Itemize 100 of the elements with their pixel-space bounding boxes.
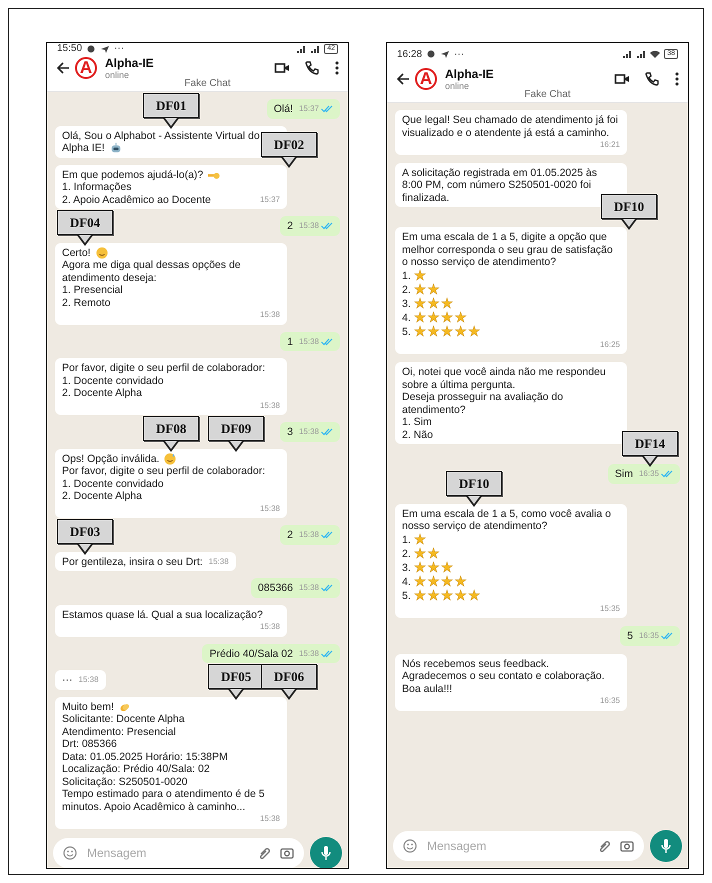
message-text: Oi, notei que você ainda não me respondeu sobre a última pergunta. [402,366,606,390]
message-text: Ops! Opção inválida. [62,452,160,464]
message-text: 4. [402,311,411,324]
message-box[interactable]: Mensagem [393,831,644,861]
message-time: 16:35 [638,630,659,642]
avatar-logo: A [415,68,437,90]
message-text: 1. Docente convidado [62,478,164,490]
callout-label: DF08 [143,416,200,452]
contact-name: Alpha-IE [445,67,495,81]
message-text: 4. [402,575,411,588]
message-time: 15:38 [298,529,319,541]
message-text: 2 [287,529,293,541]
message-time: 16:21 [600,139,620,151]
message-text: Solicitante: Docente Alpha [62,713,185,725]
callout-label: DF14 [622,431,678,467]
message-text: Muito bem! [62,700,114,712]
message-time: 15:35 [600,602,620,614]
message-text: Por gentileza, insira o seu Drt: [62,556,203,568]
message-text: 1. [402,533,411,546]
message-text: 1. [402,269,411,282]
message-text: Certo! [62,246,91,258]
status-more: ··· [114,43,124,54]
message-text: 1. Presencial [62,284,123,296]
message-text: Em uma escala de 1 a 5, como você avalia o nosso serviço de atendimento? [402,508,611,532]
message-text: 5. [402,589,411,602]
message-text: 1 [287,336,293,348]
message-text: 3 [287,426,293,438]
message-text: ··· [62,674,72,686]
message-text: 2. Apoio Acadêmico ao Docente [62,194,211,206]
message-text: Estamos quase lá. Qual a sua localização? [62,608,263,620]
message-time: 15:38 [78,674,99,686]
message-time: 15:37 [260,194,280,206]
message-text: Atendimento: Presencial [62,726,176,738]
star-symbols: ★★★★ [414,574,468,588]
message-text: 3. [402,297,411,310]
message-text: 2 [287,220,293,232]
callout-label: DF09 [208,416,264,452]
message-text: 1. Informações [62,181,132,193]
message-text: Tempo estimado para o atendimento é de 5 minutos. Apoio Acadêmico à caminho... [62,788,265,812]
star-symbols: ★★ [414,282,441,296]
message-time: 15:38 [298,648,319,660]
message-time: 16:35 [600,695,620,707]
message-text: 2. Remoto [62,296,110,308]
star-symbols: ★★★ [414,296,454,310]
contact-status: online [445,81,470,91]
message-time: 15:37 [298,103,319,115]
message-time: 16:35 [638,468,659,480]
message-text: 2. [402,283,411,296]
callout-label: DF10 [601,194,657,230]
message-text: Por favor, digite o seu perfil de colaborador: [62,465,266,477]
message-text: Drt: 085366 [62,738,117,750]
message-time: 15:38 [260,621,280,633]
star-symbols: ★ [414,532,428,546]
message-text: Prédio 40/Sala 02 [209,648,293,660]
message-text: Olá! [274,103,293,115]
message-text: Em uma escala de 1 a 5, digite a opção que melhor corresponda o seu grau de satisfação o nosso serviço de atendimento? [402,231,613,268]
callout-label: DF04 [57,210,113,246]
message-box[interactable]: Mensagem [53,838,304,868]
message-time: 15:38 [298,336,319,348]
star-symbols: ★ [414,268,428,282]
message-text: 2. Não [402,428,433,440]
avatar-logo: A [75,57,97,79]
message-text: Olá, Sou o Alphabot - Assistente Virtual do [62,130,260,142]
message-time: 15:38 [298,426,319,438]
callout-label: DF01 [143,92,200,128]
message-time: 15:38 [260,400,280,412]
message-text: Solicitação: S250501-0020 [62,776,188,788]
star-symbols: ★★★★ [414,310,468,324]
message-text: 2. [402,547,411,560]
message-text: 1. Docente convidado [62,374,164,386]
message-time: 15:38 [208,556,229,568]
message-text: A solicitação registrada em 01.05.2025 às 8:00 PM, com número S250501-0020 foi finalizada. [402,166,597,204]
message-time: 16:25 [600,338,620,350]
star-symbols: ★★ [414,546,441,560]
message-field[interactable]: Mensagem [85,844,250,860]
message-time: 15:38 [298,220,319,232]
contact-status: online [105,70,130,80]
message-text: Deseja prosseguir na avaliação do atendimento? [402,391,564,416]
message-field[interactable]: Mensagem [425,838,590,854]
message-time: 15:38 [260,502,280,514]
message-text: 5 [627,630,633,642]
message-text: 085366 [258,582,293,594]
message-text: Por favor, digite o seu perfil de colaborador: [62,362,266,374]
message-text: Nós recebemos seus feedback. [402,658,550,670]
callout-label: DF02 [261,132,317,168]
star-symbols: ★★★★★ [414,588,482,602]
message-text: Em que podemos ajudá-lo(a)? [62,168,204,180]
star-symbols: ★★★ [414,560,454,574]
chat-label: Fake Chat [523,89,571,100]
message-time: 15:38 [260,309,280,321]
status-time: 16:28 [397,48,422,60]
message-text: Alpha IE! [62,142,105,154]
status-more: ··· [454,48,464,60]
chat-label: Fake Chat [183,78,231,89]
message-text: Boa aula!!! [402,682,452,694]
message-time: 15:38 [260,813,280,825]
callout-label: DF10 [446,470,502,506]
message-time: 15:38 [298,582,319,594]
message-text: Que legal! Seu chamado de atendimento já foi visualizado e o atendente já está a caminho. [402,114,618,138]
message-text: 3. [402,561,411,574]
